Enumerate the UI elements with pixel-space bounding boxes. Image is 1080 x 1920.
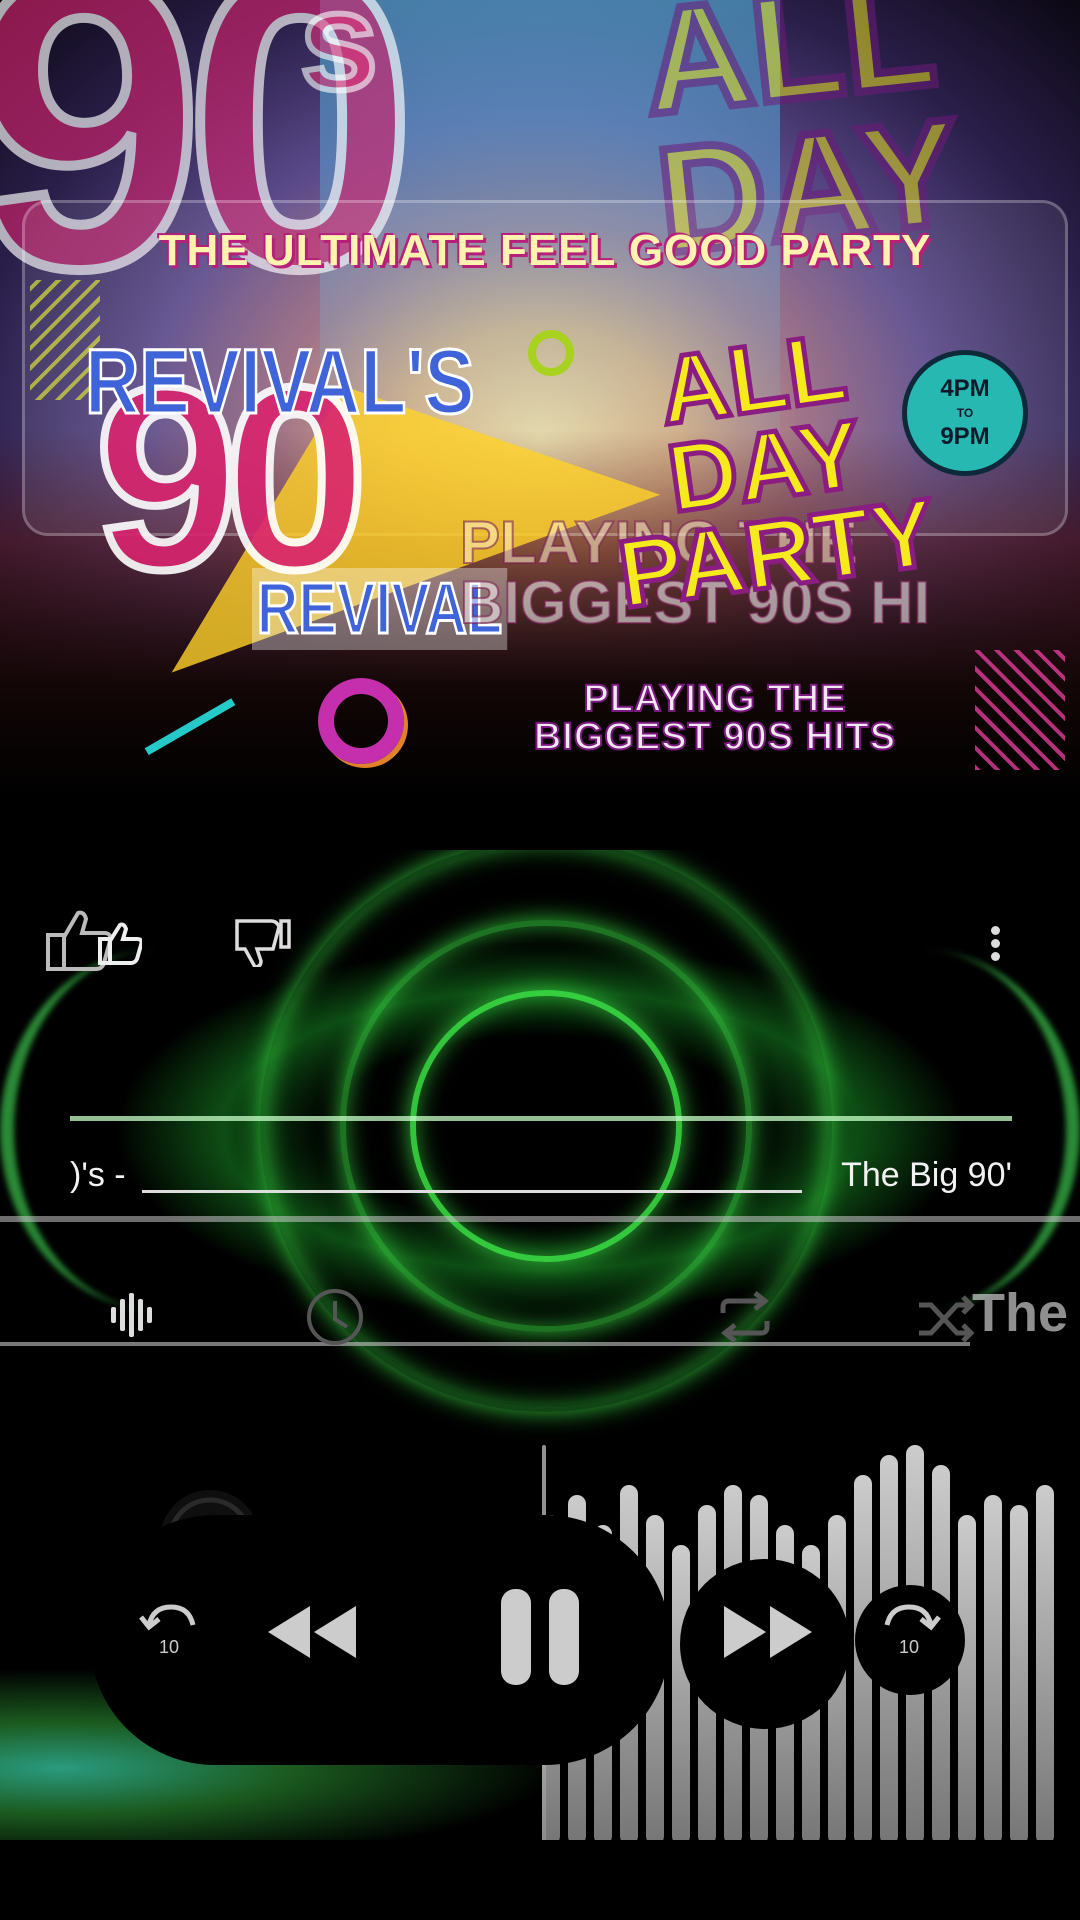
art-time-badge: 4PM TO 9PM — [902, 350, 1028, 476]
shuffle-icon[interactable] — [910, 1284, 980, 1354]
replay-10-icon[interactable]: 10 — [135, 1595, 205, 1675]
art-all-day-party: ALL DAY PARTY — [610, 311, 945, 631]
art-ghost-s: s — [297, 0, 381, 122]
thumbs-down-icon[interactable] — [230, 906, 300, 976]
art-playing-line2: BIGGEST 90S HITS — [533, 716, 897, 758]
song-title-left: )'s - — [70, 1156, 126, 1194]
fast-forward-icon[interactable] — [718, 1597, 818, 1667]
rewind-icon[interactable] — [262, 1597, 362, 1667]
art-revivals: REVIVAL'S — [84, 330, 476, 435]
divider-middle — [0, 1216, 1080, 1222]
clock-icon[interactable] — [300, 1282, 370, 1352]
album-art: 90 s ALL DAY 90 REVIVAL'S REVIVAL PLAYIN… — [0, 0, 1080, 800]
song-title-underline — [142, 1190, 802, 1193]
art-ring-small — [528, 330, 574, 376]
equalizer-icon[interactable] — [100, 1280, 170, 1350]
playback-controls: 10 10 — [0, 1559, 1080, 1729]
more-vertical-icon[interactable] — [970, 908, 1020, 978]
time-from: 4PM — [940, 375, 990, 402]
pause-icon[interactable] — [490, 1587, 590, 1687]
art-ring — [318, 678, 404, 764]
secondary-controls — [0, 1272, 1080, 1352]
rewind-seconds: 10 — [159, 1637, 179, 1657]
track-actions — [0, 900, 1080, 980]
song-title-marquee: )'s - The Big 90' — [70, 1152, 1012, 1202]
art-tagline: THE ULTIMATE FEEL GOOD PARTY — [158, 226, 932, 275]
art-confetti-right — [975, 650, 1065, 770]
repeat-icon[interactable] — [710, 1282, 780, 1352]
time-end: 9PM — [940, 423, 990, 450]
divider-top — [70, 1116, 1012, 1121]
time-to: TO — [956, 406, 974, 420]
forward-10-icon[interactable]: 10 — [875, 1595, 945, 1675]
ghost-title-text: The — [972, 1283, 1069, 1343]
art-playing-text: PLAYING THE BIGGEST 90S HITS — [470, 678, 960, 758]
art-playing-line1: PLAYING THE — [583, 678, 847, 720]
thumbs-up-icon[interactable] — [42, 900, 142, 980]
system-nav-bar — [0, 1840, 1080, 1920]
song-title-right: The Big 90' — [841, 1156, 1012, 1194]
forward-seconds: 10 — [899, 1637, 919, 1657]
